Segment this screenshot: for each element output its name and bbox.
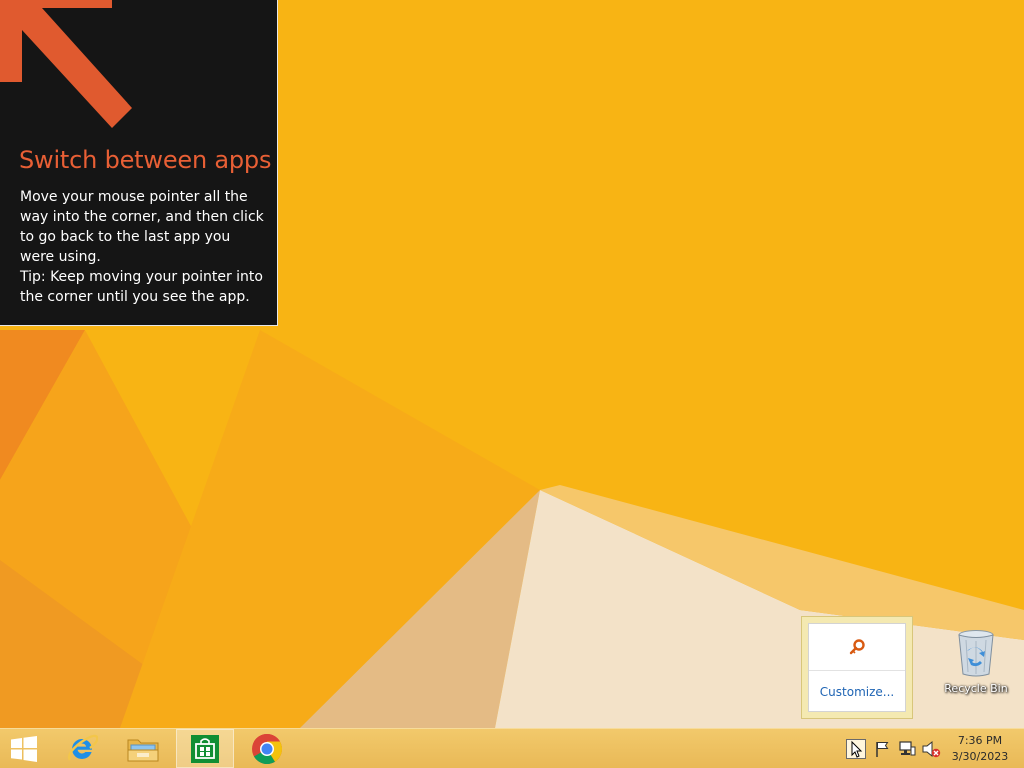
arrow-up-left-icon	[0, 0, 132, 128]
notification-overflow-popup: Customize...	[801, 616, 913, 719]
internet-explorer-button[interactable]	[54, 729, 110, 768]
tutorial-title: Switch between apps	[19, 146, 272, 174]
taskbar: 7:36 PM 3/30/2023	[0, 728, 1024, 768]
store-button[interactable]	[176, 729, 234, 768]
internet-explorer-icon	[67, 734, 98, 761]
network-icon[interactable]	[897, 739, 917, 759]
recycle-bin-shortcut[interactable]: Recycle Bin	[940, 628, 1012, 700]
show-hidden-icons-icon[interactable]	[846, 739, 866, 759]
start-button[interactable]	[0, 729, 48, 768]
chrome-button[interactable]	[238, 729, 296, 768]
recycle-bin-label: Recycle Bin	[944, 682, 1008, 695]
customize-link[interactable]: Customize...	[809, 685, 905, 699]
tutorial-tip-line: Tip: Keep moving your pointer into the c…	[20, 269, 263, 305]
notification-overflow-panel: Customize...	[808, 623, 906, 712]
desktop: Switch between apps Move your mouse poin…	[0, 0, 1024, 728]
flag-icon[interactable]	[872, 739, 892, 759]
magnifier-key-icon[interactable]	[848, 638, 866, 656]
tutorial-body: Move your mouse pointer all the way into…	[20, 187, 265, 307]
clock-time: 7:36 PM	[957, 734, 1003, 747]
taskbar-clock[interactable]: 7:36 PM 3/30/2023	[944, 733, 1016, 765]
recycle-bin-icon	[958, 630, 994, 677]
chrome-icon	[252, 733, 283, 764]
folder-icon	[127, 739, 159, 761]
store-bag-icon	[191, 734, 219, 763]
popup-divider	[809, 670, 905, 671]
clock-date: 3/30/2023	[951, 750, 1009, 763]
tutorial-body-line: Move your mouse pointer all the way into…	[20, 189, 264, 265]
windows-logo-icon	[11, 735, 37, 762]
volume-muted-icon[interactable]	[921, 739, 941, 759]
tutorial-overlay: Switch between apps Move your mouse poin…	[0, 0, 278, 326]
file-explorer-button[interactable]	[114, 729, 172, 768]
